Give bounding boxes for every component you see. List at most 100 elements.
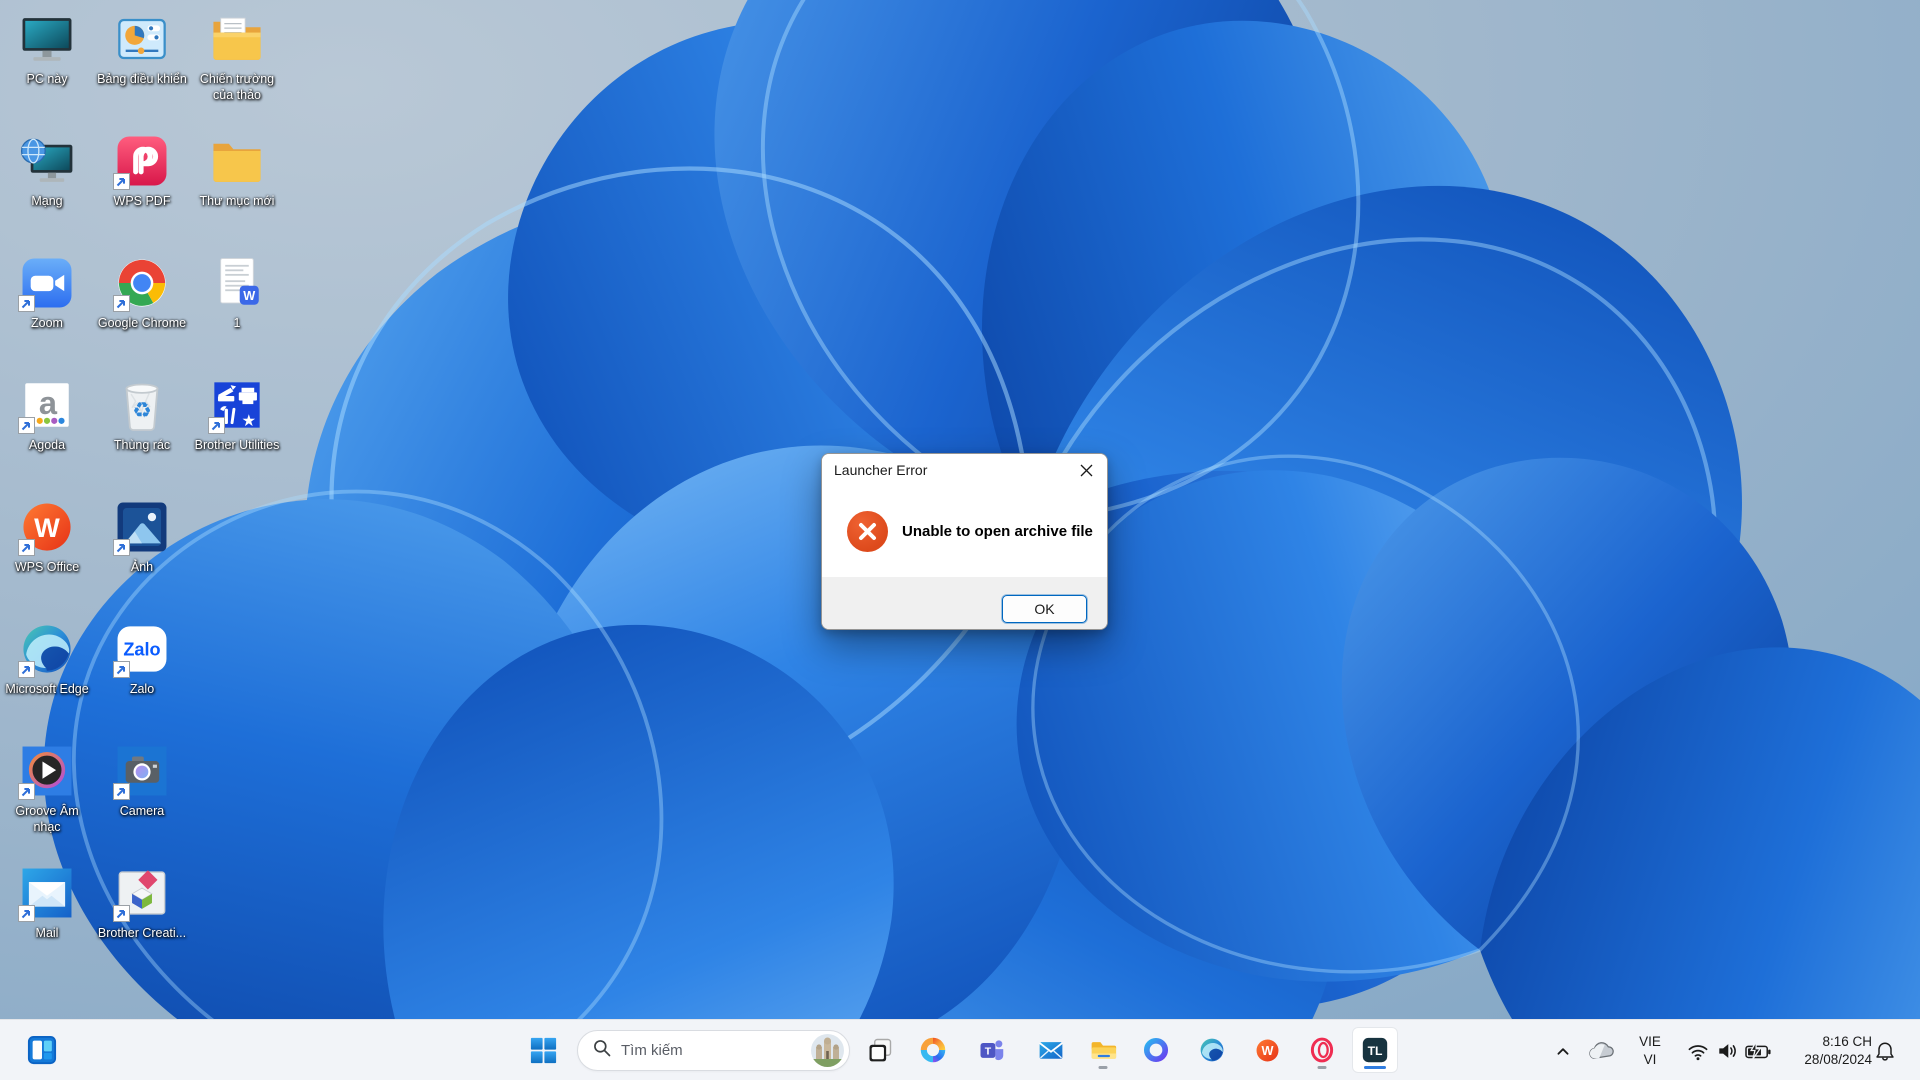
copilot-icon [919, 1036, 947, 1064]
task-view-icon [866, 1036, 894, 1064]
shortcut-arrow-icon [18, 661, 35, 678]
network-icon [18, 132, 76, 190]
desktop-icon-label: Camera [119, 804, 165, 818]
taskbar-copilot-button[interactable] [910, 1027, 956, 1073]
desktop-icon-label: 1 [233, 316, 241, 330]
desktop-icon-mail[interactable]: Mail [1, 864, 93, 941]
svg-text:W: W [243, 289, 255, 303]
running-indicator [1317, 1065, 1327, 1069]
desktop-icon-pc-nay[interactable]: PC này [1, 10, 93, 87]
control-panel-icon [113, 10, 171, 68]
desktop-icon-label: WPS Office [14, 560, 80, 574]
wifi-tray-button[interactable] [1684, 1020, 1712, 1080]
error-x-icon [847, 511, 888, 552]
groove-music-icon [18, 742, 76, 800]
taskbar-edge-button[interactable] [1189, 1027, 1235, 1073]
active-window-indicator [1364, 1065, 1386, 1069]
agoda-icon: a [18, 376, 76, 434]
tray-overflow-chevron[interactable] [1549, 1020, 1577, 1080]
language-line-top: VIE [1639, 1033, 1661, 1049]
monitor-icon [18, 10, 76, 68]
shortcut-arrow-icon [113, 905, 130, 922]
wps-office-icon: W [1254, 1037, 1281, 1064]
edge-icon [18, 620, 76, 678]
svg-text:★: ★ [241, 411, 256, 430]
desktop-icon-label: Ảnh [130, 560, 154, 574]
desktop-icon-thung-rac[interactable]: ♻ Thùng rác [96, 376, 188, 453]
mail-icon [1037, 1036, 1065, 1064]
desktop-icon-wps-pdf[interactable]: WPS PDF [96, 132, 188, 209]
desktop-icon-brother-creative[interactable]: Brother Creati... [96, 864, 188, 941]
shortcut-arrow-icon [113, 783, 130, 800]
taskbar: T W TL VIE VI [0, 1019, 1920, 1080]
desktop-icon-label: Mạng [31, 194, 63, 208]
chevron-up-icon [1557, 1047, 1569, 1055]
battery-tray-button[interactable] [1741, 1020, 1775, 1080]
desktop-icon-mang[interactable]: Mạng [1, 132, 93, 209]
file-explorer-icon [1089, 1036, 1117, 1064]
error-message: Unable to open archive file [902, 523, 1093, 540]
onedrive-tray-button[interactable] [1584, 1020, 1618, 1080]
desktop-icon-brother-utilities[interactable]: ★ Brother Utilities [191, 376, 283, 453]
svg-text:♻: ♻ [132, 399, 152, 424]
dialog-close-button[interactable] [1065, 454, 1107, 486]
desktop-icon-label: Zalo [129, 682, 155, 696]
folder-documents-icon [208, 10, 266, 68]
taskbar-opera-button[interactable] [1299, 1027, 1345, 1073]
desktop-icon-wps-office[interactable]: W WPS Office [1, 498, 93, 575]
taskbar-microsoft-365-button[interactable] [1133, 1027, 1179, 1073]
wps-pdf-icon [113, 132, 171, 190]
shortcut-arrow-icon [18, 905, 35, 922]
desktop-icon-label: Brother Utilities [194, 438, 280, 452]
start-button[interactable] [520, 1027, 566, 1073]
desktop-icon-tai-lieu-1[interactable]: W1 [191, 254, 283, 331]
ok-button[interactable]: OK [1002, 595, 1087, 623]
taskbar-file-explorer-button[interactable] [1080, 1027, 1126, 1073]
desktop-icon-camera[interactable]: Camera [96, 742, 188, 819]
launcher-error-dialog: Launcher Error Unable to open archive fi… [821, 453, 1108, 630]
volume-tray-button[interactable] [1713, 1020, 1741, 1080]
desktop-icon-bang-dieu-khien[interactable]: Bảng điều khiển [96, 10, 188, 87]
time-label: 8:16 CH [1822, 1033, 1872, 1049]
desktop-icon-chien-truong-cua-thao[interactable]: Chiến trường của thảo [191, 10, 283, 104]
search-input[interactable] [621, 1042, 802, 1059]
taskbar-teams-button[interactable]: T [968, 1027, 1014, 1073]
opera-icon [1308, 1036, 1336, 1064]
shortcut-arrow-icon [113, 661, 130, 678]
desktop-icon-label: Mail [35, 926, 59, 940]
taskbar-wps-office-button[interactable]: W [1244, 1027, 1290, 1073]
photos-icon [113, 498, 171, 556]
shortcut-arrow-icon [18, 783, 35, 800]
widgets-button[interactable] [19, 1027, 65, 1073]
search-box[interactable] [577, 1030, 850, 1071]
desktop-icon-google-chrome[interactable]: Google Chrome [96, 254, 188, 331]
brother-utilities-icon: ★ [208, 376, 266, 434]
castle-photo-icon[interactable] [811, 1034, 844, 1067]
edge-icon [1198, 1036, 1226, 1064]
taskbar-mail-button[interactable] [1028, 1027, 1074, 1073]
desktop-icon-label: WPS PDF [113, 194, 171, 208]
desktop-icon-label: Groove Âm nhạc [15, 804, 79, 835]
desktop-icon-microsoft-edge[interactable]: Microsoft Edge [1, 620, 93, 697]
desktop-icon-label: Google Chrome [97, 316, 187, 330]
taskbar-tl-app-button[interactable]: TL [1352, 1027, 1398, 1073]
shortcut-arrow-icon [113, 295, 130, 312]
recycle-bin-icon: ♻ [113, 376, 171, 434]
desktop-icon-label: Zoom [31, 316, 63, 330]
dialog-titlebar[interactable]: Launcher Error [822, 454, 1107, 486]
shortcut-arrow-icon [18, 295, 35, 312]
desktop-icon-groove-am-nhac[interactable]: Groove Âm nhạc [1, 742, 93, 836]
desktop-icon-thu-muc-moi[interactable]: Thư mục mới [191, 132, 283, 209]
clock[interactable]: 8:16 CH 28/08/2024 [1780, 1020, 1872, 1080]
desktop-icon-zoom[interactable]: Zoom [1, 254, 93, 331]
dialog-title: Launcher Error [834, 462, 928, 478]
notification-bell-button[interactable] [1871, 1020, 1899, 1080]
desktop-icon-agoda[interactable]: a Agoda [1, 376, 93, 453]
desktop-icon-zalo[interactable]: Zalo Zalo [96, 620, 188, 697]
running-indicator [1098, 1065, 1108, 1069]
language-indicator[interactable]: VIE VI [1628, 1020, 1672, 1080]
date-label: 28/08/2024 [1804, 1051, 1872, 1067]
desktop-icon-anh[interactable]: Ảnh [96, 498, 188, 575]
taskbar-task-view-button[interactable] [857, 1027, 903, 1073]
volume-icon [1719, 1043, 1736, 1058]
